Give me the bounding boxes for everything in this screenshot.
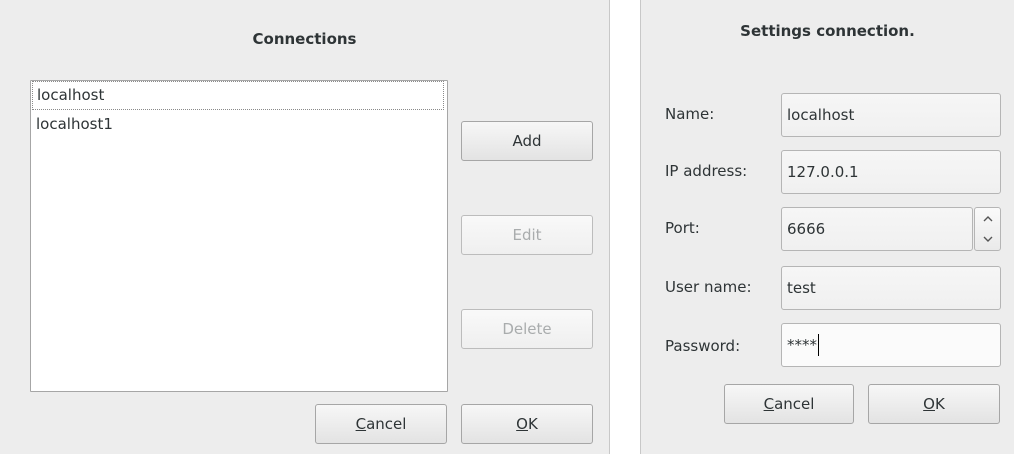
cancel-button[interactable]: Cancel xyxy=(724,384,854,424)
port-spinner[interactable] xyxy=(974,207,1001,251)
list-item[interactable]: localhost xyxy=(32,81,444,110)
cancel-mnemonic: C xyxy=(763,395,775,413)
dialog-title: Connections xyxy=(252,30,357,48)
password-value: **** xyxy=(787,336,817,354)
ip-address-label: IP address: xyxy=(665,162,748,180)
ip-address-field[interactable]: 127.0.0.1 xyxy=(781,150,1001,194)
ip-address-value: 127.0.0.1 xyxy=(787,163,859,181)
list-item[interactable]: localhost1 xyxy=(31,110,447,139)
cancel-button[interactable]: Cancel xyxy=(315,404,447,444)
user-name-field[interactable]: test xyxy=(781,266,1001,310)
cancel-mnemonic: C xyxy=(355,415,367,433)
name-label: Name: xyxy=(665,105,715,123)
ok-label: K xyxy=(527,415,538,433)
connections-dialog: Connections localhost localhost1 Add Edi… xyxy=(0,0,610,454)
ok-label: K xyxy=(934,395,945,413)
text-caret xyxy=(818,334,819,356)
settings-dialog: Settings connection. Name: localhost IP … xyxy=(640,0,1014,454)
port-label: Port: xyxy=(665,219,700,237)
dialog-title: Settings connection. xyxy=(740,22,915,40)
cancel-label: ancel xyxy=(366,415,407,433)
port-field[interactable]: 6666 xyxy=(781,207,973,251)
ok-mnemonic: O xyxy=(923,395,935,413)
port-value: 6666 xyxy=(787,220,826,238)
name-value: localhost xyxy=(787,106,855,124)
user-name-value: test xyxy=(787,279,816,297)
delete-button[interactable]: Delete xyxy=(461,309,593,349)
chevron-up-icon[interactable] xyxy=(975,208,1000,229)
name-field[interactable]: localhost xyxy=(781,93,1001,137)
add-button[interactable]: Add xyxy=(461,121,593,161)
ok-mnemonic: O xyxy=(516,415,528,433)
password-label: Password: xyxy=(665,337,741,355)
user-name-label: User name: xyxy=(665,278,752,296)
cancel-label: ancel xyxy=(774,395,815,413)
ok-button[interactable]: OK xyxy=(461,404,593,444)
ok-button[interactable]: OK xyxy=(868,384,1000,424)
edit-button[interactable]: Edit xyxy=(461,215,593,255)
chevron-down-icon[interactable] xyxy=(975,229,1000,250)
password-field[interactable]: **** xyxy=(781,323,1001,367)
connections-list[interactable]: localhost localhost1 xyxy=(30,80,448,392)
